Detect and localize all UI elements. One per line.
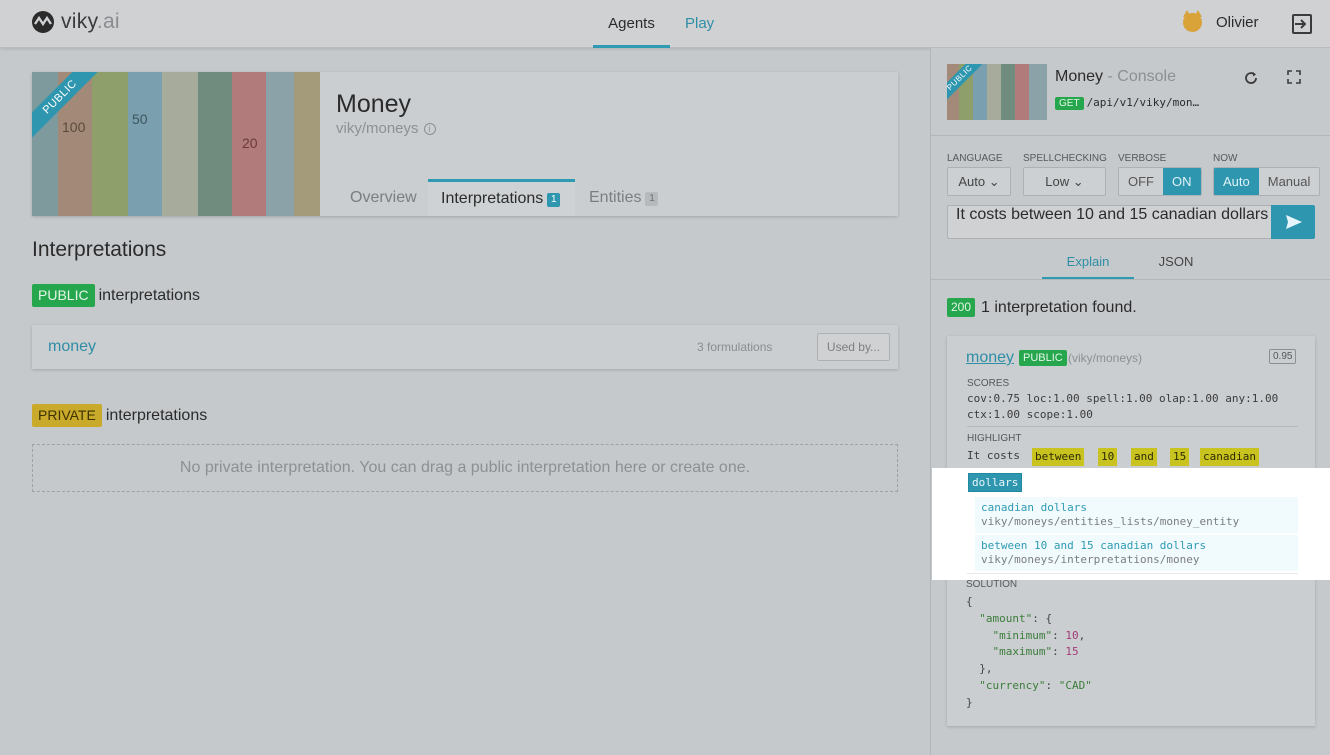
interpretation-link[interactable]: money [48,338,96,356]
public-badge: PUBLIC [32,284,95,307]
highlight-word-selected[interactable]: dollars [968,473,1023,492]
tab-explain[interactable]: Explain [1042,245,1134,279]
public-interpretations-heading: PUBLIC interpretations [32,284,200,307]
match-text: canadian dollars [981,501,1087,514]
highlight-word[interactable]: canadian [1200,448,1259,466]
agent-image: 100 50 20 PUBLIC [32,72,320,216]
agent-title: Money [336,90,412,118]
agent-thumbnail: PUBLIC [947,64,1047,120]
nav-tab-play[interactable]: Play [685,0,714,48]
match-path: viky/moneys/interpretations/money [981,553,1200,566]
highlight-word[interactable]: 15 [1170,448,1190,466]
scores-line: cov:0.75 loc:1.00 spell:1.00 olap:1.00 a… [967,392,1279,405]
svg-text:50: 50 [132,111,148,127]
score-badge: 0.95 [1269,349,1297,364]
match-row[interactable]: canadian dollars viky/moneys/entities_li… [975,497,1298,533]
svg-text:100: 100 [62,119,86,135]
section-title: Interpretations [32,238,167,261]
tab-json[interactable]: JSON [1145,245,1207,279]
tab-entities[interactable]: Entities 1 [589,179,659,216]
tab-interpretations[interactable]: Interpretations 1 [428,179,575,216]
divider [967,426,1298,427]
user-name: Olivier [1216,14,1259,31]
highlight-line: It costs between 10 and 15 canadian [967,448,1307,468]
verbose-toggle: OFF ON [1118,167,1202,196]
tab-overview[interactable]: Overview [350,179,417,216]
status-code-badge: 200 [947,298,976,317]
console-title: Money - Console [1055,68,1176,85]
result-interpretation-link[interactable]: money [966,349,1014,367]
now-manual-button[interactable]: Manual [1258,168,1320,195]
scores-line: ctx:1.00 scope:1.00 [967,408,1093,421]
match-text: between 10 and 15 canadian dollars [981,539,1207,552]
method-badge: GET [1055,97,1084,110]
spellchecking-label: SPELLCHECKING [1023,153,1107,164]
verbose-on-button[interactable]: ON [1163,168,1201,195]
chevron-down-icon: ⌄ [988,174,1000,189]
language-label: LANGUAGE [947,153,1003,164]
now-toggle: Auto Manual [1213,167,1321,196]
formulations-count: 3 formulations [697,340,773,354]
result-slug: (viky/moneys) [1068,351,1143,365]
verbose-label: VERBOSE [1118,153,1167,164]
highlight-word[interactable]: and [1131,448,1157,466]
query-input[interactable]: It costs between 10 and 15 canadian doll… [947,205,1271,239]
scores-label: SCORES [967,378,1010,389]
highlight-word[interactable]: between [1032,448,1085,466]
solution-label: SOLUTION [966,579,1018,590]
divider [931,279,1330,280]
svg-text:20: 20 [242,135,258,151]
highlight-details: dollars canadian dollars viky/moneys/ent… [932,468,1330,580]
console-header: PUBLIC Money - Console GET/api/v1/viky/m… [931,48,1330,136]
status-line: 200 1 interpretation found. [947,298,1137,317]
agent-header-card: 100 50 20 PUBLIC Money viky/moneys i Over… [32,72,898,216]
now-label: NOW [1213,153,1238,164]
now-auto-button[interactable]: Auto [1214,168,1259,195]
logo[interactable]: viky.ai [31,10,120,34]
match-path: viky/moneys/entities_lists/money_entity [981,515,1240,528]
spellchecking-select[interactable]: Low ⌄ [1023,167,1106,196]
fullscreen-icon[interactable] [1287,70,1301,84]
send-button[interactable] [1271,205,1315,239]
solution-json: { "amount": { "minimum": 10, "maximum": … [966,595,1092,709]
brand-name: viky.ai [61,10,120,33]
agent-slug: viky/moneys i [336,120,436,137]
highlight-label: HIGHLIGHT [967,433,1022,444]
send-icon [1286,215,1302,229]
avatar [1183,10,1202,32]
private-dropzone[interactable]: No private interpretation. You can drag … [32,444,898,492]
list-item[interactable]: money 3 formulations Used by... [32,325,898,369]
count-badge: 1 [645,192,659,206]
viky-logo-icon [32,11,54,33]
refresh-icon[interactable] [1243,70,1259,86]
top-navbar: viky.ai Agents Play Olivier [0,0,1330,48]
logout-icon[interactable] [1291,13,1313,35]
highlight-word[interactable]: 10 [1098,448,1118,466]
verbose-off-button[interactable]: OFF [1119,168,1163,195]
match-row[interactable]: between 10 and 15 canadian dollars viky/… [975,535,1298,571]
nav-tab-agents[interactable]: Agents [593,0,670,48]
user-menu[interactable]: Olivier [1183,10,1259,32]
request-url: GET/api/v1/viky/mon… [1055,96,1199,110]
chevron-down-icon: ⌄ [1072,174,1084,189]
highlight-prefix: It costs [967,449,1020,462]
count-badge: 1 [547,193,561,207]
private-interpretations-heading: PRIVATE interpretations [32,404,207,427]
used-by-button[interactable]: Used by... [817,333,890,361]
info-icon[interactable]: i [423,123,436,135]
language-select[interactable]: Auto ⌄ [947,167,1011,196]
private-badge: PRIVATE [32,404,102,427]
public-badge: PUBLIC [1019,350,1067,366]
divider [967,573,1298,574]
